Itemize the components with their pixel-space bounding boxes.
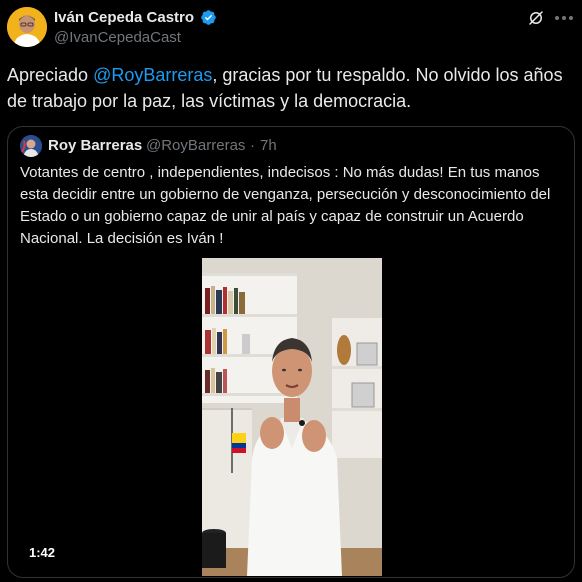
tweet: Iván Cepeda Castro @IvanCepedaCast Aprec… (0, 0, 582, 582)
quoted-tweet[interactable]: Roy Barreras @RoyBarreras · 7h Votantes … (7, 126, 575, 578)
author-handle[interactable]: @IvanCepedaCast (54, 29, 181, 46)
author-name[interactable]: Iván Cepeda Castro (54, 9, 194, 26)
more-options-icon[interactable] (552, 7, 576, 29)
quoted-author-avatar[interactable] (20, 135, 42, 157)
tweet-text: Apreciado @RoyBarreras, gracias por tu r… (7, 62, 575, 114)
quoted-avatar-image (20, 135, 42, 157)
separator-dot: · (250, 137, 255, 154)
quoted-author-name[interactable]: Roy Barreras (48, 137, 142, 154)
quoted-tweet-text: Votantes de centro , independientes, ind… (20, 164, 551, 247)
grok-icon[interactable] (525, 7, 547, 29)
video-frame (202, 258, 382, 576)
avatar-image (7, 7, 47, 47)
author-avatar[interactable] (7, 7, 47, 47)
tweet-text-prefix: Apreciado (7, 65, 94, 85)
mention-link[interactable]: @RoyBarreras (93, 65, 212, 85)
quoted-author-handle[interactable]: @RoyBarreras (146, 137, 245, 154)
video-player[interactable] (202, 258, 382, 576)
video-duration: 1:42 (29, 545, 56, 560)
quoted-timestamp[interactable]: 7h (260, 137, 277, 154)
verified-badge-icon (200, 9, 217, 26)
